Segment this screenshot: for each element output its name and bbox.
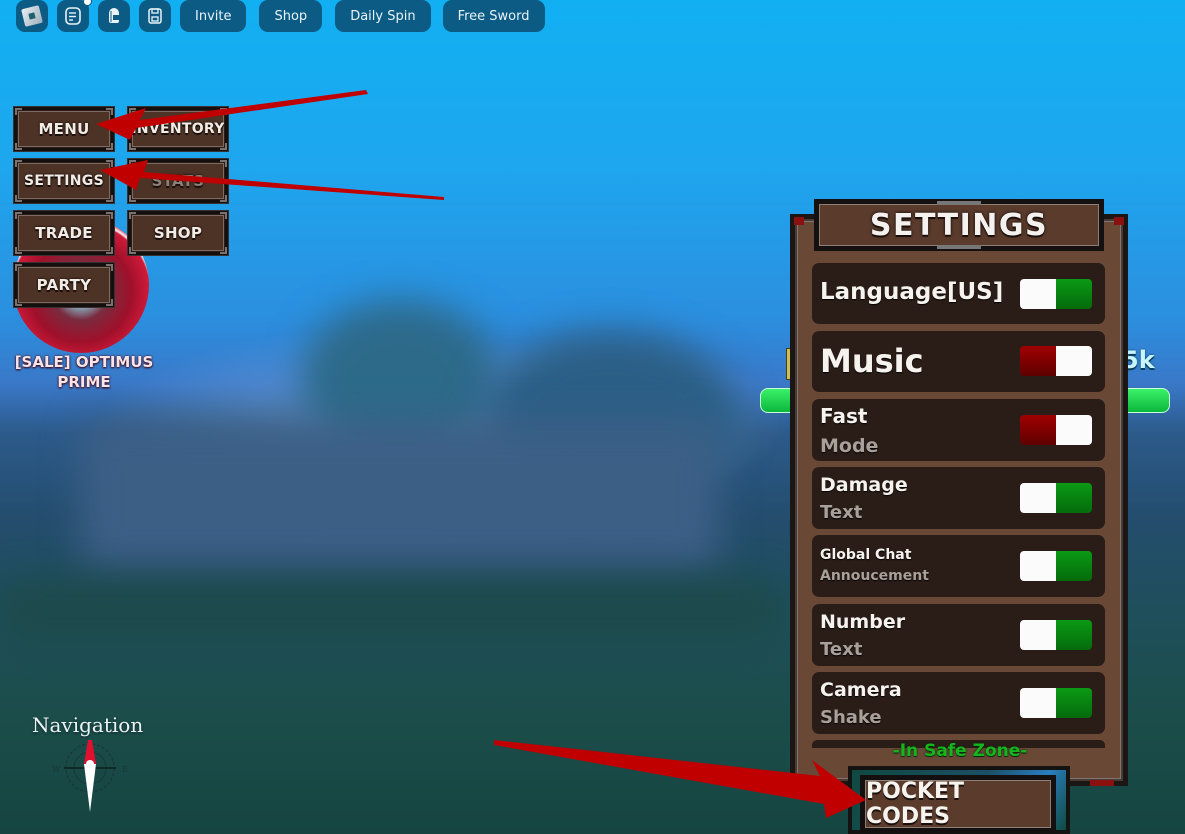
setting-sublabel: Text xyxy=(820,502,863,523)
background-building xyxy=(80,420,720,570)
setting-row-global-chat: Global Chat Annoucement xyxy=(812,535,1105,597)
setting-label: Music xyxy=(820,342,924,380)
roblox-logo-icon xyxy=(21,5,43,27)
music-toggle[interactable] xyxy=(1020,346,1092,376)
compass-east-label: E xyxy=(122,765,128,774)
number-text-toggle[interactable] xyxy=(1020,620,1092,650)
setting-label: Number xyxy=(820,611,906,633)
setting-sublabel: Mode xyxy=(820,435,879,457)
compass-west-label: W xyxy=(52,765,61,774)
chat-button[interactable] xyxy=(57,0,92,32)
setting-label: Global Chat xyxy=(820,547,912,563)
invite-button[interactable]: Invite xyxy=(180,0,247,32)
global-chat-toggle[interactable] xyxy=(1020,551,1092,581)
setting-sublabel: Shake xyxy=(820,707,882,728)
setting-sublabel: Text xyxy=(820,639,863,660)
camera-shake-toggle[interactable] xyxy=(1020,688,1092,718)
pocket-codes-button[interactable]: POCKET CODES xyxy=(860,775,1056,833)
setting-label: Fast xyxy=(820,404,868,428)
save-icon xyxy=(148,8,162,24)
navigation-title: Navigation xyxy=(32,713,144,737)
roblox-topbar: Invite Shop Daily Spin Free Sword xyxy=(16,0,545,32)
setting-row-damage-text: Damage Text xyxy=(812,467,1105,529)
setting-row-language: Language[US] xyxy=(812,263,1105,324)
background-fence xyxy=(0,580,780,640)
save-button[interactable] xyxy=(139,0,171,32)
panel-corner-decoration xyxy=(1090,780,1114,786)
setting-label: Damage xyxy=(820,474,908,496)
setting-sublabel: Annoucement xyxy=(820,568,929,584)
compass-icon[interactable]: W E xyxy=(48,740,132,820)
shop-menu-button[interactable]: SHOP xyxy=(128,211,228,255)
menu-button[interactable]: MENU xyxy=(14,107,114,151)
shop-button[interactable]: Shop xyxy=(259,0,323,32)
damage-text-toggle[interactable] xyxy=(1020,483,1092,513)
safe-zone-status: -In Safe Zone- xyxy=(892,741,1028,761)
compass-south-needle xyxy=(84,764,96,812)
roblox-menu-button[interactable] xyxy=(16,0,48,32)
panel-corner-decoration xyxy=(794,217,804,225)
panel-corner-decoration xyxy=(1114,217,1124,225)
trade-button[interactable]: TRADE xyxy=(14,211,114,255)
setting-label: Language[US] xyxy=(820,279,1004,305)
daily-spin-button[interactable]: Daily Spin xyxy=(335,0,431,32)
party-button[interactable]: PARTY xyxy=(14,263,114,307)
setting-label: Camera xyxy=(820,679,902,701)
backpack-icon xyxy=(109,8,119,23)
language-toggle[interactable] xyxy=(1020,279,1092,309)
notification-dot xyxy=(83,0,92,6)
settings-button[interactable]: SETTINGS xyxy=(14,159,114,203)
setting-row-number-text: Number Text xyxy=(812,604,1105,666)
chat-icon xyxy=(65,7,81,25)
featured-item-name: [SALE] OPTIMUS PRIME xyxy=(14,353,154,391)
backpack-button[interactable] xyxy=(98,0,130,32)
fast-mode-toggle[interactable] xyxy=(1020,415,1092,445)
free-sword-button[interactable]: Free Sword xyxy=(442,0,545,32)
setting-row-music: Music xyxy=(812,331,1105,392)
stats-button[interactable]: STATS xyxy=(128,159,228,203)
settings-title: SETTINGS xyxy=(819,204,1099,246)
setting-row-camera-shake: Camera Shake xyxy=(812,672,1105,734)
setting-row-fast-mode: Fast Mode xyxy=(812,399,1105,461)
inventory-button[interactable]: INVENTORY xyxy=(128,107,228,151)
settings-header: SETTINGS xyxy=(814,199,1104,251)
